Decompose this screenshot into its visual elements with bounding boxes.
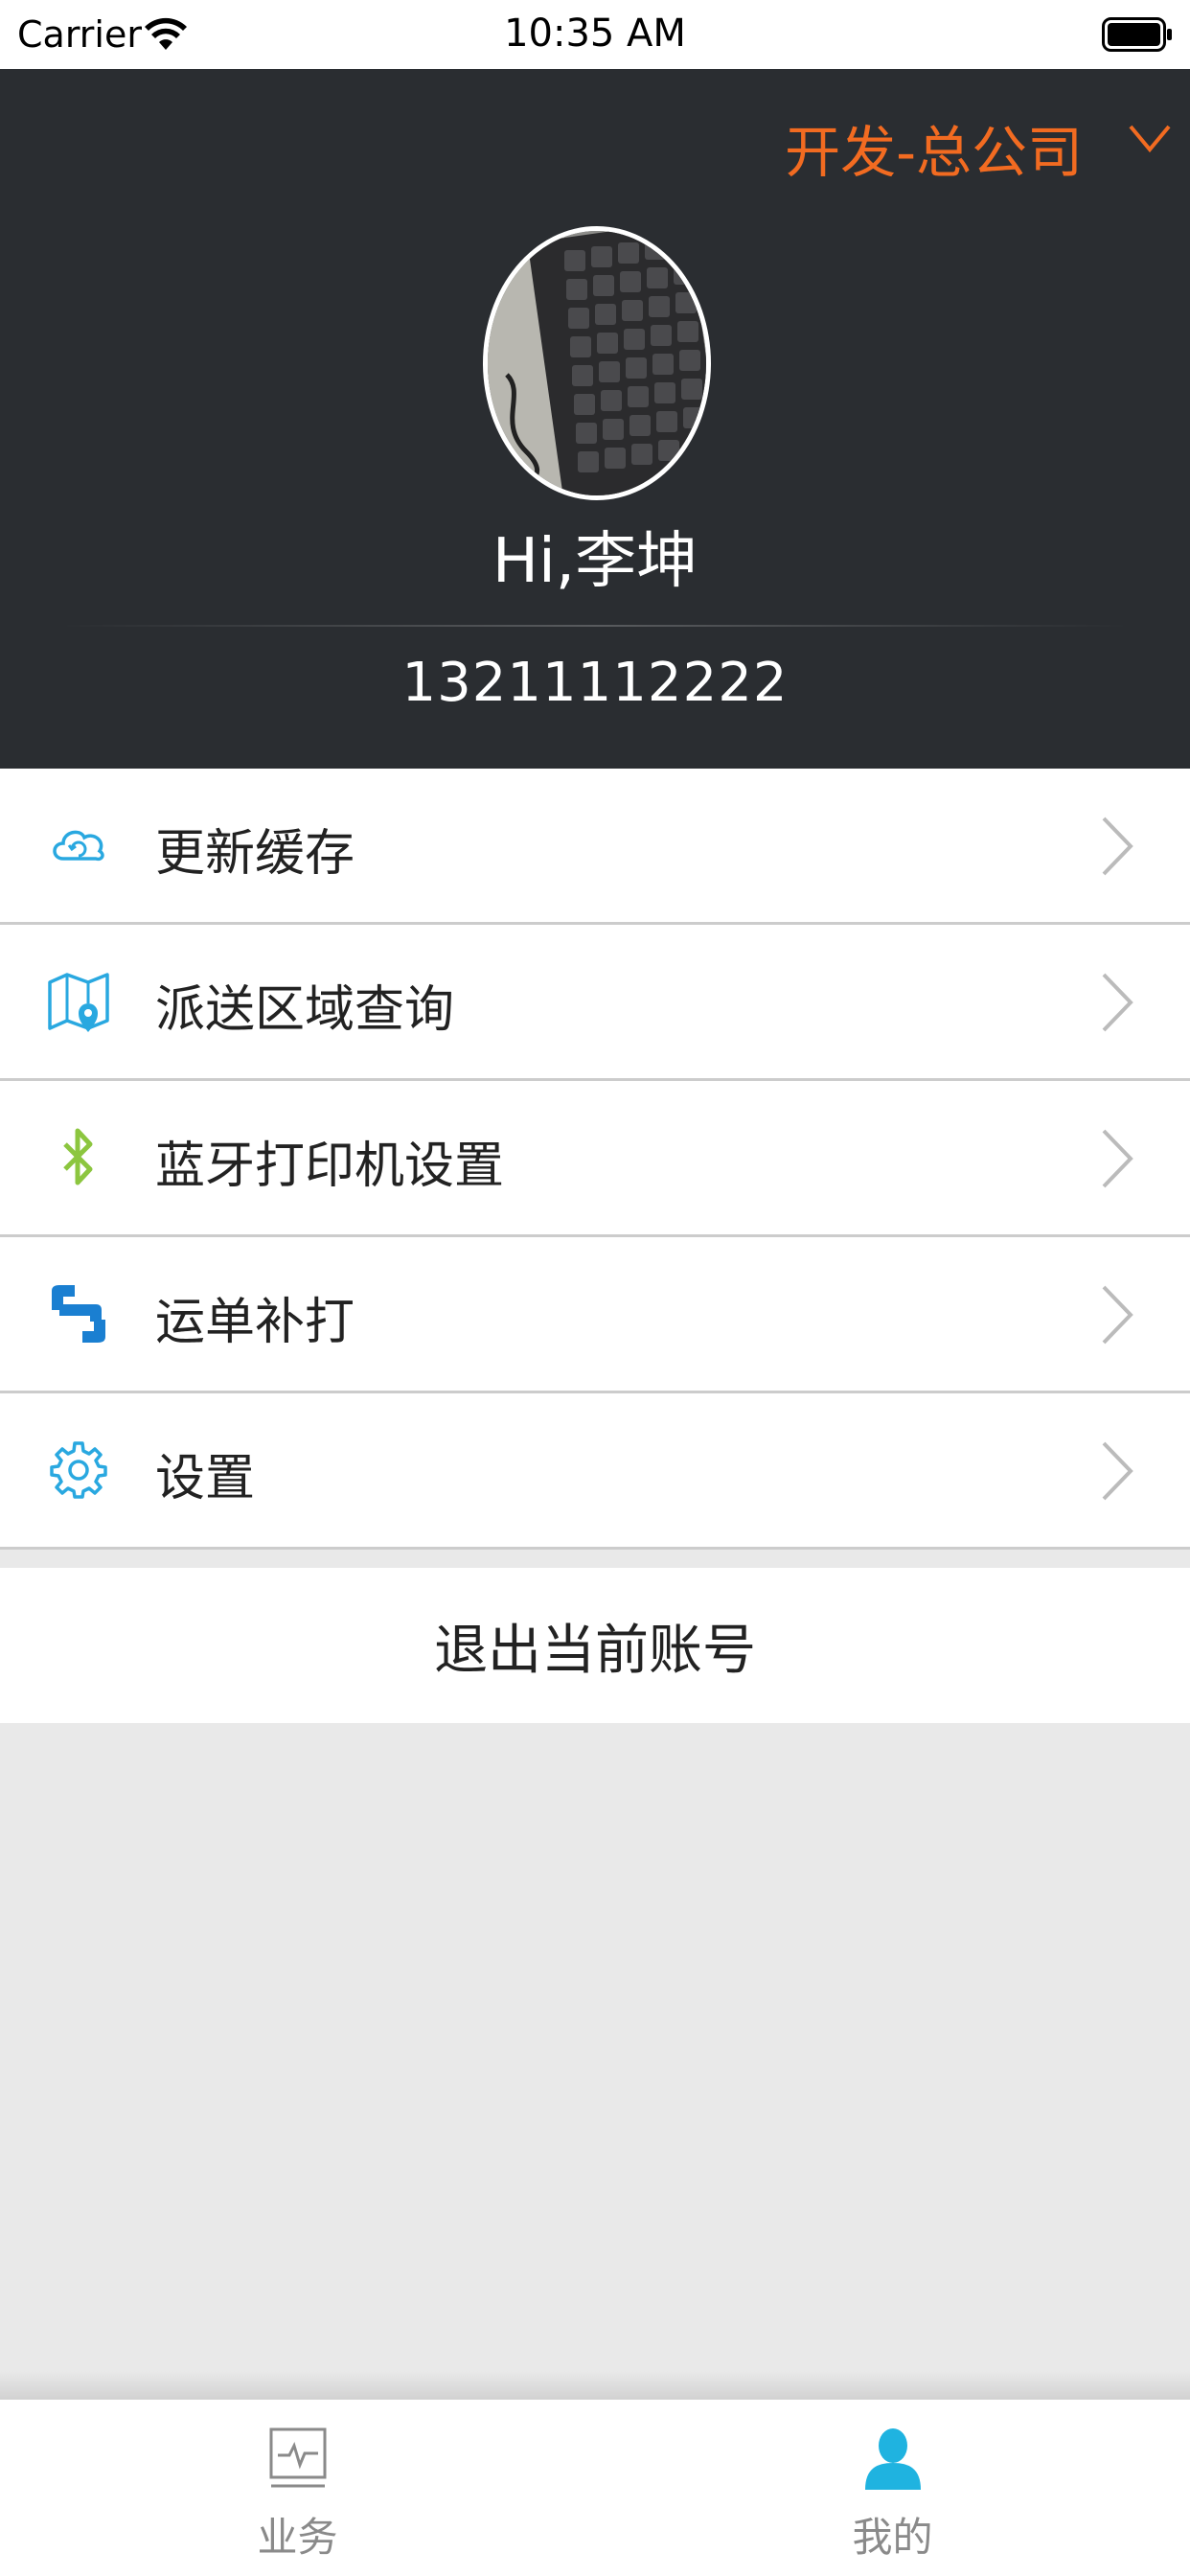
menu-item-settings[interactable]: 设置 [0, 1393, 1190, 1550]
tab-label: 我的 [852, 2514, 933, 2561]
tab-bar: 业务 我的 [0, 2400, 1190, 2576]
tab-bar-shadow [0, 2371, 1190, 2400]
tab-label: 业务 [257, 2514, 338, 2561]
status-bar: Carrier 10:35 AM [0, 0, 1190, 70]
menu-item-bluetooth-printer[interactable]: 蓝牙打印机设置 [0, 1081, 1190, 1237]
chevron-right-icon [1102, 1129, 1133, 1188]
settings-menu: 更新缓存 派送区域查询 蓝牙打印机设置 运单补打 设置 [0, 769, 1190, 1550]
gear-icon [50, 1441, 107, 1499]
header-divider [61, 625, 1129, 627]
chevron-right-icon [1102, 1285, 1133, 1345]
chevron-right-icon [1102, 1441, 1133, 1501]
profile-header: 开发-总公司 Hi,李坤 13211112222 [0, 69, 1190, 769]
logout-button[interactable]: 退出当前账号 [0, 1568, 1190, 1723]
chevron-down-icon[interactable] [1127, 119, 1173, 157]
tab-mine[interactable]: 我的 [595, 2400, 1190, 2576]
menu-item-label: 运单补打 [155, 1294, 355, 1351]
user-phone: 13211112222 [401, 652, 789, 714]
map-pin-icon [48, 973, 109, 1032]
reprint-icon [52, 1285, 105, 1343]
menu-item-label: 设置 [155, 1450, 256, 1507]
menu-item-delivery-area[interactable]: 派送区域查询 [0, 925, 1190, 1081]
avatar-photo [488, 231, 706, 495]
menu-item-waybill-reprint[interactable]: 运单补打 [0, 1237, 1190, 1393]
tab-business[interactable]: 业务 [0, 2400, 595, 2576]
bluetooth-icon [63, 1128, 93, 1185]
user-icon [865, 2428, 921, 2490]
company-selector[interactable]: 开发-总公司 [785, 107, 1083, 188]
activity-icon [269, 2427, 327, 2488]
battery-icon [1102, 17, 1172, 52]
user-greeting: Hi,李坤 [492, 526, 698, 597]
chevron-right-icon [1102, 816, 1133, 876]
menu-item-label: 派送区域查询 [155, 981, 455, 1039]
cloud-refresh-icon [53, 830, 104, 862]
menu-item-update-cache[interactable]: 更新缓存 [0, 769, 1190, 925]
chevron-right-icon [1102, 973, 1133, 1032]
menu-item-label: 更新缓存 [155, 825, 355, 883]
menu-item-label: 蓝牙打印机设置 [155, 1138, 505, 1195]
avatar[interactable] [483, 226, 711, 500]
status-time: 10:35 AM [504, 12, 686, 56]
